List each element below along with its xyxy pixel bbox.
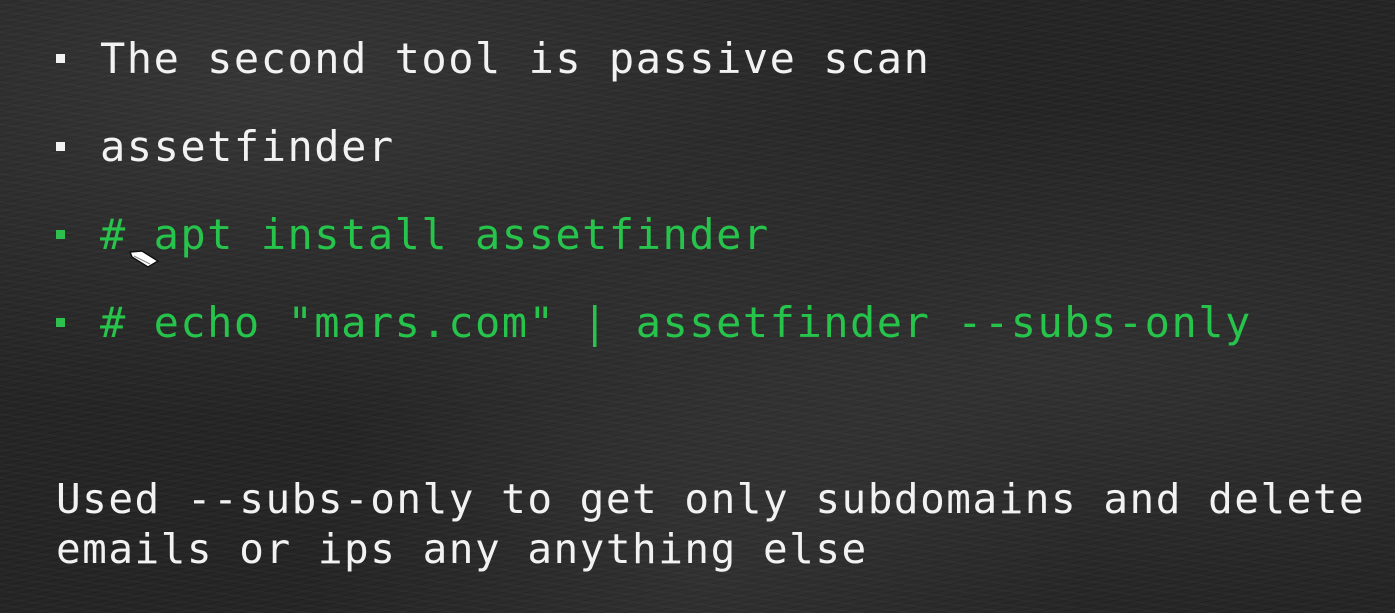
bullet-text-tool-name: assetfinder (100, 122, 395, 171)
bullet-list: The second tool is passive scan assetfin… (56, 30, 1252, 382)
bullet-text-run-command: # echo "mars.com" | assetfinder --subs-o… (100, 298, 1252, 347)
bullet-item-run-command: # echo "mars.com" | assetfinder --subs-o… (56, 294, 1252, 382)
bullet-marker (56, 142, 65, 151)
bullet-item-tool-name: assetfinder (56, 118, 1252, 206)
slide: The second tool is passive scan assetfin… (0, 0, 1395, 613)
bullet-marker (56, 54, 65, 63)
bullet-text-install-command: # apt install assetfinder (100, 210, 770, 259)
bullet-marker (56, 230, 65, 239)
bullet-marker (56, 318, 65, 327)
bullet-item-install-command: # apt install assetfinder (56, 206, 1252, 294)
bullet-text-intro: The second tool is passive scan (100, 34, 931, 83)
mouse-cursor-icon (128, 250, 160, 268)
bullet-item-intro: The second tool is passive scan (56, 30, 1252, 118)
usage-note: Used --subs-only to get only subdomains … (56, 475, 1366, 573)
